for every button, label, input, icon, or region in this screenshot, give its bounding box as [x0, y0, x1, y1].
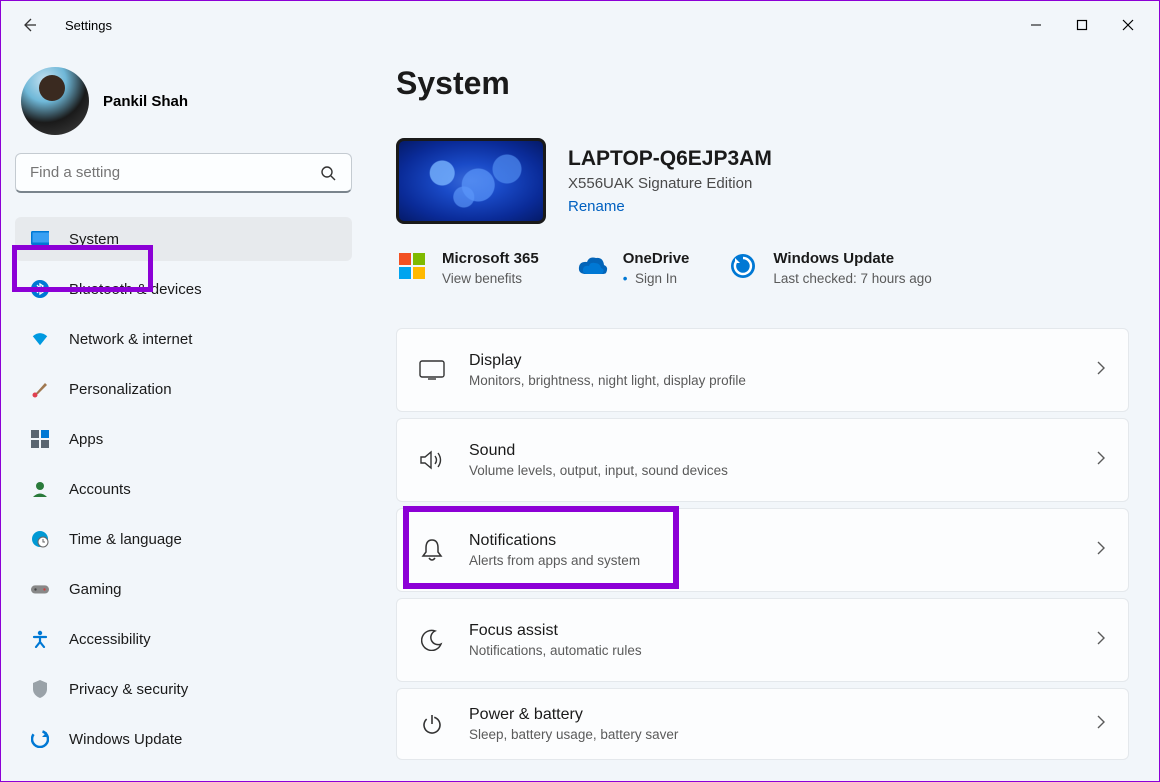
- back-button[interactable]: [21, 17, 37, 33]
- sidebar-item-windows-update[interactable]: Windows Update: [15, 717, 352, 761]
- sidebar-item-label: Personalization: [69, 381, 172, 398]
- chevron-right-icon: [1096, 714, 1106, 735]
- sidebar-item-label: Privacy & security: [69, 681, 188, 698]
- rename-link[interactable]: Rename: [568, 198, 772, 215]
- chevron-right-icon: [1096, 360, 1106, 381]
- sidebar-item-personalization[interactable]: Personalization: [15, 367, 352, 411]
- card-sub: Volume levels, output, input, sound devi…: [469, 463, 1096, 478]
- device-thumbnail: [396, 138, 546, 224]
- sidebar-item-network[interactable]: Network & internet: [15, 317, 352, 361]
- status-title: Microsoft 365: [442, 250, 539, 267]
- sidebar-item-label: Windows Update: [69, 731, 182, 748]
- card-display[interactable]: Display Monitors, brightness, night ligh…: [396, 328, 1129, 412]
- sidebar-item-label: Accounts: [69, 481, 131, 498]
- search-input[interactable]: [15, 153, 352, 193]
- bell-icon: [419, 537, 445, 563]
- card-sub: Alerts from apps and system: [469, 553, 1096, 568]
- card-title: Focus assist: [469, 622, 1096, 640]
- status-sub: • Sign In: [623, 271, 690, 286]
- chevron-right-icon: [1096, 450, 1106, 471]
- sidebar-item-gaming[interactable]: Gaming: [15, 567, 352, 611]
- chevron-right-icon: [1096, 630, 1106, 651]
- shield-icon: [31, 680, 49, 698]
- sidebar-item-label: Time & language: [69, 531, 182, 548]
- sidebar-item-label: Bluetooth & devices: [69, 281, 202, 298]
- monitor-icon: [31, 230, 49, 248]
- sidebar-item-label: Gaming: [69, 581, 122, 598]
- device-block: LAPTOP-Q6EJP3AM X556UAK Signature Editio…: [396, 138, 1129, 224]
- apps-icon: [31, 430, 49, 448]
- moon-icon: [419, 627, 445, 653]
- cloud-icon: [577, 250, 609, 282]
- maximize-button[interactable]: [1059, 9, 1105, 41]
- card-title: Notifications: [469, 532, 1096, 550]
- sidebar-item-bluetooth[interactable]: Bluetooth & devices: [15, 267, 352, 311]
- display-icon: [419, 357, 445, 383]
- user-block[interactable]: Pankil Shah: [15, 61, 352, 153]
- card-notifications[interactable]: Notifications Alerts from apps and syste…: [396, 508, 1129, 592]
- sidebar-item-privacy[interactable]: Privacy & security: [15, 667, 352, 711]
- sidebar-item-label: Accessibility: [69, 631, 151, 648]
- microsoft-logo-icon: [396, 250, 428, 282]
- sidebar-item-label: Apps: [69, 431, 103, 448]
- sidebar-item-label: System: [69, 231, 119, 248]
- card-sub: Sleep, battery usage, battery saver: [469, 727, 1096, 742]
- sidebar-item-time-language[interactable]: Time & language: [15, 517, 352, 561]
- clock-globe-icon: [31, 530, 49, 548]
- card-sub: Monitors, brightness, night light, displ…: [469, 373, 1096, 388]
- title-bar: Settings: [1, 1, 1159, 49]
- brush-icon: [31, 380, 49, 398]
- accessibility-icon: [31, 630, 49, 648]
- avatar: [21, 67, 89, 135]
- minimize-button[interactable]: [1013, 9, 1059, 41]
- card-title: Power & battery: [469, 706, 1096, 724]
- device-model: X556UAK Signature Edition: [568, 175, 772, 192]
- sidebar-item-accounts[interactable]: Accounts: [15, 467, 352, 511]
- card-power-battery[interactable]: Power & battery Sleep, battery usage, ba…: [396, 688, 1129, 760]
- chevron-right-icon: [1096, 540, 1106, 561]
- sidebar-item-system[interactable]: System: [15, 217, 352, 261]
- status-row: Microsoft 365 View benefits OneDrive • S…: [396, 250, 1129, 286]
- card-title: Display: [469, 352, 1096, 370]
- sidebar-item-apps[interactable]: Apps: [15, 417, 352, 461]
- status-title: OneDrive: [623, 250, 690, 267]
- sound-icon: [419, 447, 445, 473]
- status-sub: Last checked: 7 hours ago: [773, 271, 931, 286]
- user-name: Pankil Shah: [103, 93, 188, 110]
- status-title: Windows Update: [773, 250, 931, 267]
- refresh-icon: [727, 250, 759, 282]
- card-sub: Notifications, automatic rules: [469, 643, 1096, 658]
- status-onedrive[interactable]: OneDrive • Sign In: [577, 250, 690, 286]
- app-title: Settings: [65, 18, 1013, 33]
- person-icon: [31, 480, 49, 498]
- bluetooth-icon: [31, 280, 49, 298]
- power-icon: [419, 711, 445, 737]
- page-title: System: [396, 65, 1129, 102]
- wifi-icon: [31, 330, 49, 348]
- settings-cards: Display Monitors, brightness, night ligh…: [396, 328, 1129, 760]
- update-icon: [31, 730, 49, 748]
- card-title: Sound: [469, 442, 1096, 460]
- search-wrap: [15, 153, 352, 193]
- nav-list: System Bluetooth & devices Network & int…: [15, 217, 352, 767]
- device-name: LAPTOP-Q6EJP3AM: [568, 147, 772, 171]
- card-focus-assist[interactable]: Focus assist Notifications, automatic ru…: [396, 598, 1129, 682]
- sidebar-item-accessibility[interactable]: Accessibility: [15, 617, 352, 661]
- card-sound[interactable]: Sound Volume levels, output, input, soun…: [396, 418, 1129, 502]
- close-button[interactable]: [1105, 9, 1151, 41]
- search-icon: [320, 165, 336, 186]
- main-content: System LAPTOP-Q6EJP3AM X556UAK Signature…: [366, 49, 1159, 781]
- status-microsoft365[interactable]: Microsoft 365 View benefits: [396, 250, 539, 286]
- sidebar-item-label: Network & internet: [69, 331, 192, 348]
- window-controls: [1013, 9, 1151, 41]
- status-sub: View benefits: [442, 271, 539, 286]
- sidebar: Pankil Shah System Bluetooth & devices: [1, 49, 366, 781]
- gamepad-icon: [31, 580, 49, 598]
- status-windows-update[interactable]: Windows Update Last checked: 7 hours ago: [727, 250, 931, 286]
